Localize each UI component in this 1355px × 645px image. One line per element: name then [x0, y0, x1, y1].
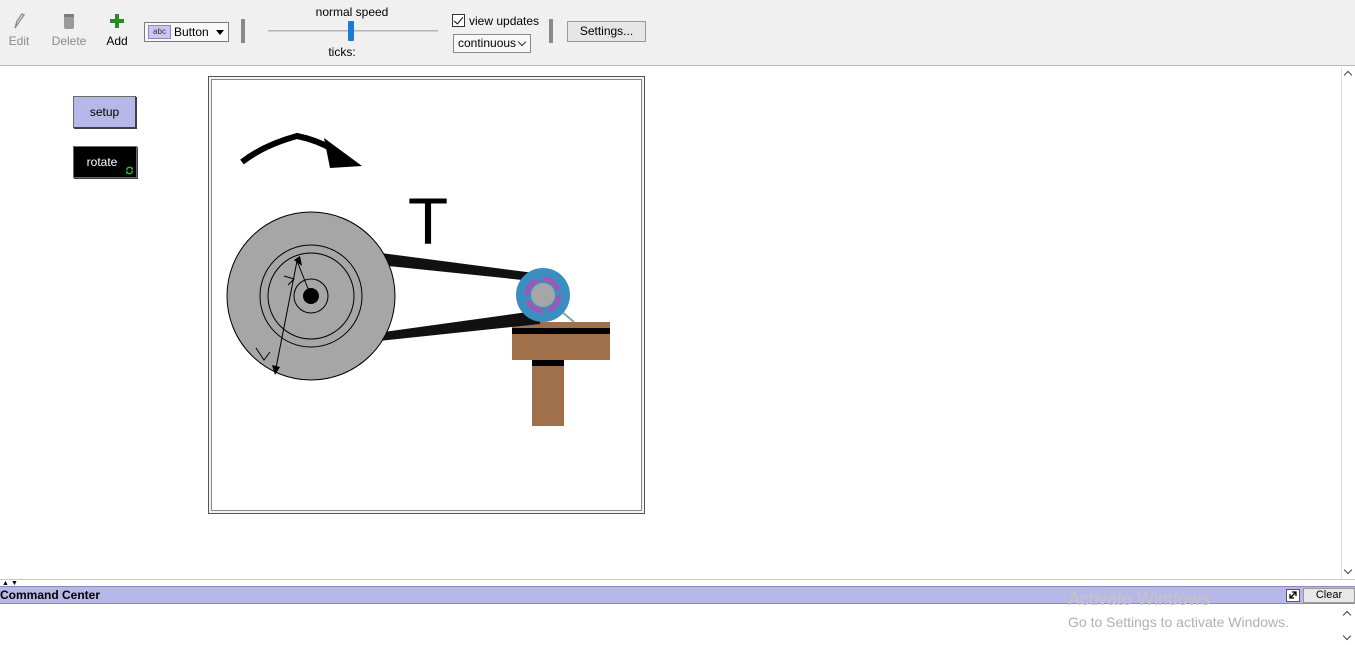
delete-button[interactable]: Delete: [47, 10, 91, 48]
command-center-title: Command Center: [0, 588, 101, 602]
rotate-button[interactable]: rotate: [73, 146, 137, 178]
view-updates-checkbox[interactable]: [452, 14, 465, 27]
widget-type-label: Button: [174, 25, 209, 39]
table-top: [512, 322, 610, 360]
toolbar: Edit Delete Add abc Button normal speed …: [0, 0, 1355, 66]
edit-button[interactable]: Edit: [0, 10, 41, 48]
world-canvas: T: [211, 79, 642, 511]
toolbar-separator: [241, 19, 245, 43]
update-mode-value: continuous: [458, 36, 517, 50]
trash-icon: [47, 10, 91, 32]
rotate-label: rotate: [86, 155, 118, 169]
activation-watermark-title: Activate Windows: [1068, 589, 1211, 609]
settings-button[interactable]: Settings...: [567, 21, 646, 42]
motor-mount: [561, 311, 575, 323]
add-button[interactable]: Add: [95, 10, 139, 48]
speed-slider-thumb[interactable]: [348, 21, 354, 41]
pulley-diagram: T: [226, 132, 610, 426]
delete-label: Delete: [51, 34, 87, 48]
world-view[interactable]: T: [208, 76, 645, 514]
tension-label: T: [408, 184, 448, 258]
scroll-down-icon[interactable]: [1342, 631, 1352, 641]
add-label: Add: [106, 34, 128, 48]
chevron-down-icon: [517, 37, 527, 47]
dropdown-caret-icon: [216, 30, 224, 35]
ticks-label: ticks:: [328, 45, 356, 59]
speed-label: normal speed: [315, 5, 389, 19]
table-leg: [532, 360, 564, 426]
interface-panel: setup rotate T: [0, 67, 1341, 579]
plus-icon: [95, 10, 139, 32]
scroll-up-icon[interactable]: [1342, 610, 1352, 620]
activation-watermark-text: Go to Settings to activate Windows.: [1068, 614, 1289, 630]
edit-label: Edit: [8, 34, 30, 48]
scroll-up-icon[interactable]: [1343, 70, 1353, 80]
motor-hub: [531, 283, 555, 307]
scroll-down-icon[interactable]: [1343, 565, 1353, 575]
table-edge: [512, 328, 610, 334]
setup-button[interactable]: setup: [73, 96, 136, 128]
update-mode-select[interactable]: continuous: [453, 34, 531, 53]
rotation-arrow: [240, 132, 336, 165]
pencil-icon: [0, 10, 41, 32]
rotation-arrowhead: [324, 138, 362, 168]
forever-icon: [125, 166, 134, 175]
clear-button[interactable]: Clear: [1303, 588, 1355, 603]
view-updates-label: view updates: [469, 14, 540, 28]
expand-icon[interactable]: [1286, 589, 1300, 602]
widget-type-select[interactable]: abc Button: [144, 22, 229, 42]
pane-splitter[interactable]: ▲ ▼: [0, 579, 1355, 587]
interface-scrollbar[interactable]: [1341, 67, 1355, 579]
button-widget-icon: abc: [148, 25, 171, 39]
table-leg-edge: [532, 360, 564, 366]
command-center-scrollbar[interactable]: [1341, 604, 1355, 645]
toolbar-separator: [549, 19, 553, 43]
